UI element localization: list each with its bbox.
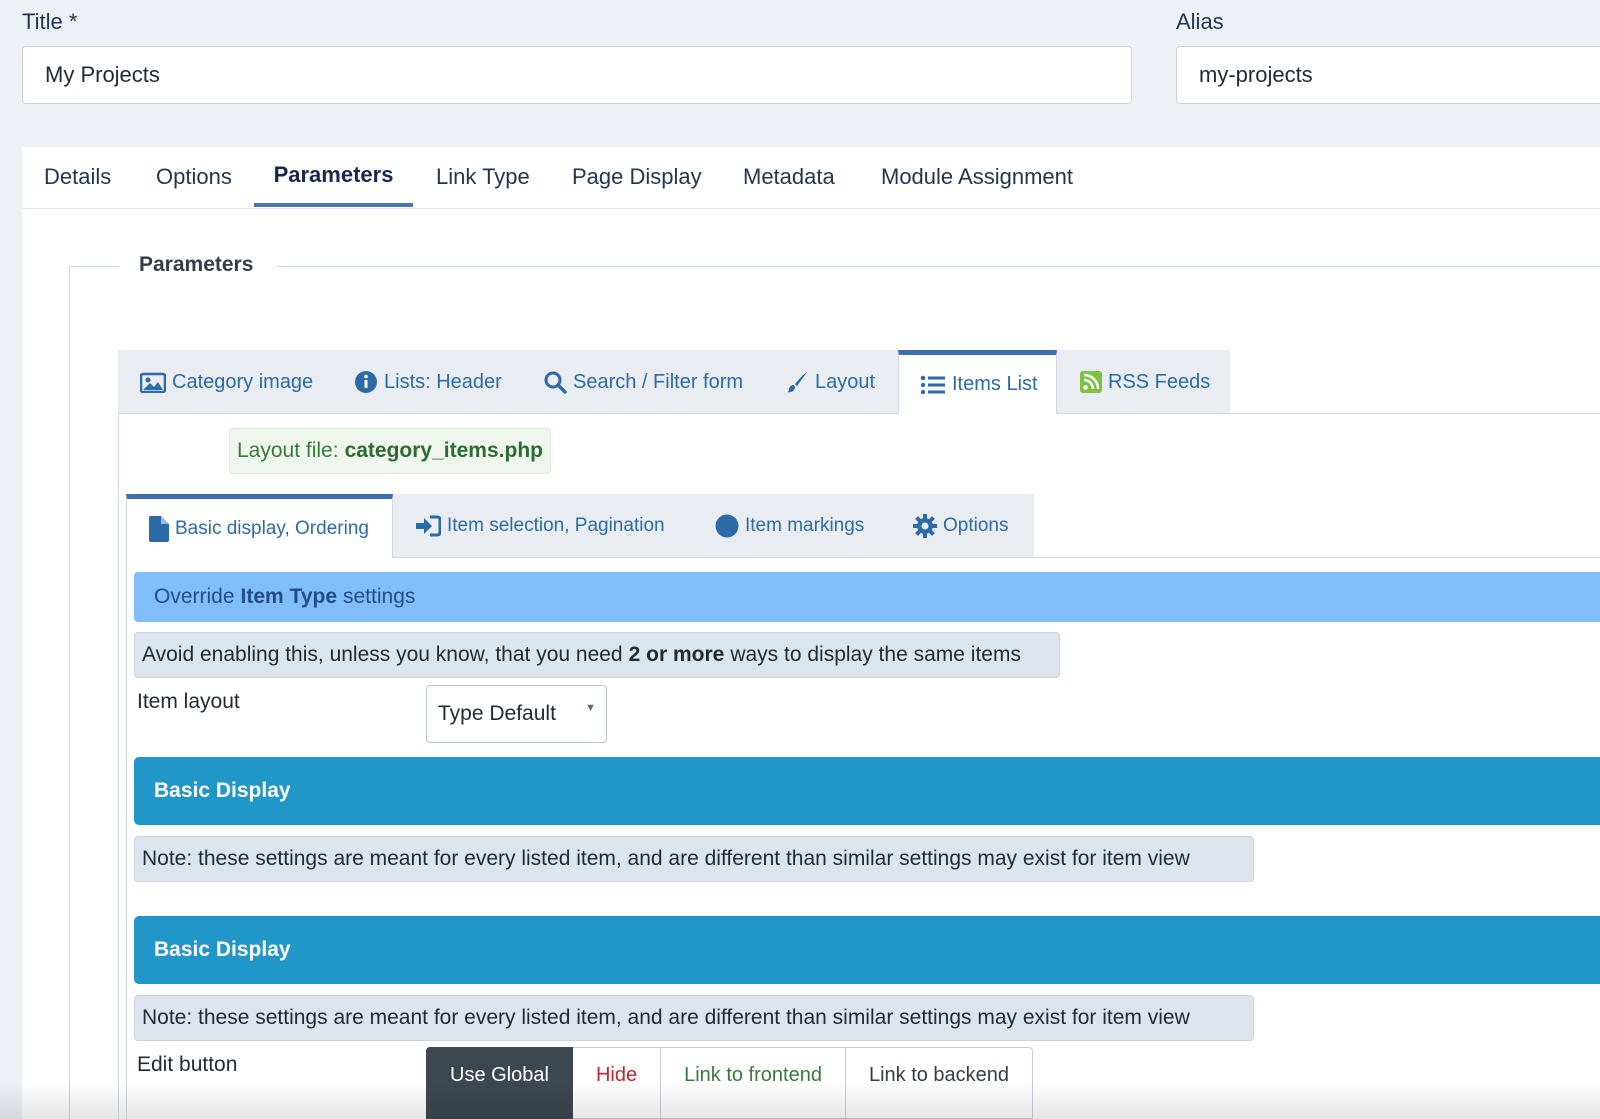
list-icon <box>920 374 946 396</box>
innertab-label: Options <box>943 515 1009 536</box>
subtab-category-image[interactable]: Category image <box>140 350 313 414</box>
info-icon <box>354 370 378 394</box>
note-text: Avoid enabling this, unless you know, th… <box>142 643 623 666</box>
main-tab-bar: Details Options Parameters Link Type Pag… <box>22 147 1600 209</box>
title-label: Title * <box>22 9 78 34</box>
rss-icon <box>1080 371 1102 393</box>
basic-display-header: Basic Display <box>134 757 1600 825</box>
item-layout-label: Item layout <box>137 690 240 713</box>
tab-parameters[interactable]: Parameters <box>254 147 413 207</box>
tab-details[interactable]: Details <box>22 147 133 207</box>
override-item-type-header: Override Item Type settings <box>134 572 1600 622</box>
subtab-label: Lists: Header <box>384 370 502 393</box>
link-to-frontend-button[interactable]: Link to frontend <box>661 1047 846 1119</box>
subtab-label: Search / Filter form <box>573 370 744 393</box>
image-icon <box>140 371 166 393</box>
override-text: Override <box>154 585 235 608</box>
innertab-basic-display[interactable]: Basic display, Ordering <box>126 494 393 558</box>
file-icon <box>149 515 169 542</box>
title-input[interactable]: My Projects <box>22 46 1132 104</box>
subtab-label: Layout <box>815 370 876 393</box>
edit-button-label: Edit button <box>137 1053 238 1076</box>
innertab-options[interactable]: Options <box>913 494 1008 558</box>
innertab-label: Item markings <box>745 515 865 536</box>
tab-module-assignment[interactable]: Module Assignment <box>859 147 1095 207</box>
fieldset-legend: Parameters <box>139 253 254 276</box>
layout-file-badge: Layout file: category_items.php <box>229 428 551 474</box>
subtab-search-filter[interactable]: Search / Filter form <box>543 350 743 414</box>
link-to-backend-button[interactable]: Link to backend <box>845 1047 1034 1119</box>
tab-page-display[interactable]: Page Display <box>550 147 724 207</box>
fieldset-border <box>69 266 119 267</box>
subtab-layout[interactable]: Layout <box>785 350 875 414</box>
tab-metadata[interactable]: Metadata <box>721 147 857 207</box>
sign-in-icon <box>415 515 441 537</box>
edit-button-options: Use Global Hide Link to frontend Link to… <box>426 1047 1034 1119</box>
gear-icon <box>913 514 937 538</box>
avoid-note: Avoid enabling this, unless you know, th… <box>134 632 1060 678</box>
brush-icon <box>785 370 809 394</box>
innertab-label: Item selection, Pagination <box>447 515 665 536</box>
tab-link-type[interactable]: Link Type <box>414 147 552 207</box>
subtab-rss-feeds[interactable]: RSS Feeds <box>1080 350 1210 414</box>
subtab-label: Items List <box>952 373 1038 395</box>
fieldset-border <box>277 266 1600 267</box>
subtab-label: Category image <box>172 370 314 393</box>
item-layout-value: Type Default <box>438 702 556 725</box>
alias-label: Alias <box>1176 9 1224 34</box>
override-text-bold: Item Type <box>240 585 337 608</box>
basic-display-note: Note: these settings are meant for every… <box>134 836 1254 882</box>
chevron-down-icon: ▼ <box>585 702 596 714</box>
search-icon <box>543 370 567 394</box>
innertab-label: Basic display, Ordering <box>175 517 369 539</box>
item-layout-select[interactable]: Type Default ▼ <box>426 685 607 743</box>
override-text: settings <box>343 585 416 608</box>
basic-display-header: Basic Display <box>134 916 1600 984</box>
layout-file-name: category_items.php <box>344 439 543 462</box>
note-text: ways to display the same items <box>730 643 1021 666</box>
subtab-label: RSS Feeds <box>1108 370 1211 393</box>
subtab-items-list[interactable]: Items List <box>898 350 1057 414</box>
circle-icon <box>715 514 739 538</box>
fieldset-border <box>69 266 70 1119</box>
innertab-item-selection[interactable]: Item selection, Pagination <box>415 494 665 558</box>
note-text-bold: 2 or more <box>628 643 725 666</box>
use-global-button[interactable]: Use Global <box>426 1047 573 1119</box>
hide-button[interactable]: Hide <box>572 1047 662 1119</box>
tab-options[interactable]: Options <box>134 147 254 207</box>
layout-file-prefix: Layout file: <box>237 439 339 462</box>
innertab-item-markings[interactable]: Item markings <box>715 494 864 558</box>
alias-input[interactable]: my-projects <box>1176 46 1600 104</box>
basic-display-note: Note: these settings are meant for every… <box>134 995 1254 1041</box>
subtab-lists-header[interactable]: Lists: Header <box>354 350 502 414</box>
